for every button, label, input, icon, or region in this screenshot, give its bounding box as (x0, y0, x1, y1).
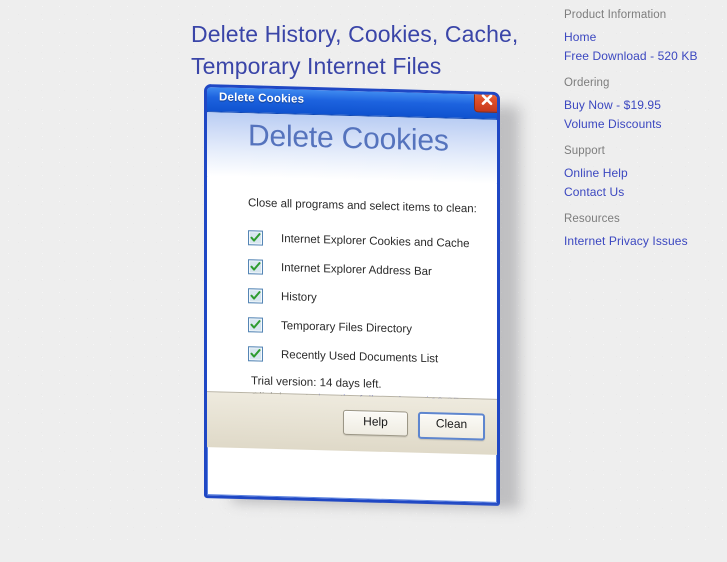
checkbox-checked-icon[interactable] (248, 346, 263, 362)
sidebar-heading: Support (564, 145, 605, 157)
clean-items-checklist: Internet Explorer Cookies and Cache Inte… (248, 223, 478, 374)
dialog-hero-banner: Delete Cookies (207, 112, 497, 184)
checkbox-checked-icon[interactable] (248, 288, 263, 304)
sidebar-heading: Product Information (564, 9, 667, 21)
sidebar-link-volume-discounts[interactable]: Volume Discounts (564, 117, 727, 131)
checkbox-label: Recently Used Documents List (281, 348, 439, 365)
instruction-text: Close all programs and select items to c… (248, 197, 477, 216)
sidebar-link-internet-privacy-issues[interactable]: Internet Privacy Issues (564, 234, 727, 248)
sidebar-link-buy-now[interactable]: Buy Now - $19.95 (564, 98, 727, 112)
sidebar-link-home[interactable]: Home (564, 30, 727, 44)
checkbox-checked-icon[interactable] (248, 230, 263, 246)
sidebar-heading: Ordering (564, 77, 610, 89)
checkbox-label: History (281, 290, 317, 304)
page-title: Delete History, Cookies, Cache, Temporar… (191, 21, 519, 80)
clean-button[interactable]: Clean (418, 411, 485, 441)
delete-cookies-dialog: Delete Cookies Delete Cookies Close all … (204, 84, 500, 507)
dialog-footer-buttons: Help Clean (343, 409, 485, 441)
sidebar: Product Information Home Free Download -… (555, 0, 727, 545)
dialog-titlebar-label: Delete Cookies (219, 91, 305, 106)
sidebar-link-contact-us[interactable]: Contact Us (564, 185, 727, 199)
close-icon[interactable] (474, 88, 500, 114)
main-content-column: Delete History, Cookies, Cache, Temporar… (0, 0, 553, 562)
checkbox-label: Temporary Files Directory (281, 319, 412, 336)
sidebar-link-free-download[interactable]: Free Download - 520 KB (564, 49, 727, 63)
sidebar-group-resources: Resources Internet Privacy Issues (564, 213, 727, 248)
checkbox-label: Internet Explorer Cookies and Cache (281, 232, 470, 250)
reflection-fade-overlay (196, 502, 541, 562)
page-root: Delete History, Cookies, Cache, Temporar… (0, 0, 727, 562)
dialog-hero-title: Delete Cookies (248, 119, 449, 158)
sidebar-heading: Resources (564, 213, 620, 225)
checkbox-label: Internet Explorer Address Bar (281, 261, 432, 278)
checkbox-checked-icon[interactable] (248, 259, 263, 275)
product-screenshot: Delete Cookies Delete Cookies Close all … (196, 84, 541, 562)
sidebar-link-online-help[interactable]: Online Help (564, 166, 727, 180)
sidebar-group-support: Support Online Help Contact Us (564, 145, 727, 199)
help-button[interactable]: Help (343, 409, 408, 437)
checkbox-row-recently-used-documents-list[interactable]: Recently Used Documents List (248, 339, 478, 374)
sidebar-group-product-information: Product Information Home Free Download -… (564, 9, 727, 63)
sidebar-group-ordering: Ordering Buy Now - $19.95 Volume Discoun… (564, 77, 727, 131)
dialog-footer: Help Clean (207, 391, 497, 455)
checkbox-checked-icon[interactable] (248, 317, 263, 333)
dialog-body: Close all programs and select items to c… (207, 176, 497, 455)
